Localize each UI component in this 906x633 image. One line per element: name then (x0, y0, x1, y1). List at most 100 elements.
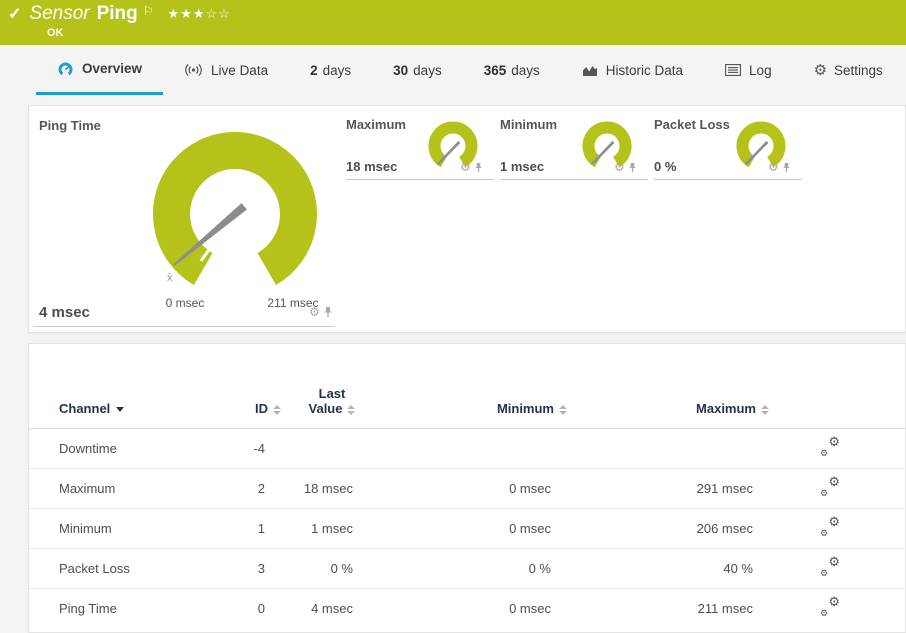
channel-id: 3 (239, 549, 291, 589)
table-row-minimum[interactable]: Minimum 1 1 msec 0 msec 206 msec ⚙⚙ (29, 509, 906, 549)
channel-maximum: 291 msec (577, 469, 779, 509)
live-broadcast-icon (184, 63, 203, 77)
column-header-maximum[interactable]: Maximum (577, 344, 779, 429)
channel-maximum (577, 429, 779, 469)
channel-settings-icon[interactable]: ⚙⚙ (820, 558, 840, 576)
channel-settings-icon[interactable]: ⚙⚙ (820, 478, 840, 496)
column-header-minimum[interactable]: Minimum (379, 344, 577, 429)
column-header-last-value[interactable]: LastValue (291, 344, 379, 429)
gear-icon[interactable]: ⚙ (614, 161, 625, 173)
sort-icon (273, 405, 281, 415)
channels-table: Channel ID LastValue Minimum Maximum Dow… (29, 344, 906, 628)
gauge-controls: ⚙ (768, 161, 791, 173)
channel-minimum: 0 msec (379, 469, 577, 509)
stars-empty: ☆☆ (206, 6, 231, 21)
divider (346, 179, 494, 180)
divider (654, 179, 802, 180)
tab-label: Live Data (211, 63, 268, 78)
tab-label: Log (749, 63, 772, 78)
mini-gauge-title: Maximum (346, 117, 406, 132)
table-row-downtime[interactable]: Downtime -4 ⚙⚙ (29, 429, 906, 469)
log-list-icon (725, 64, 741, 76)
channel-maximum: 211 msec (577, 589, 779, 629)
main-gauge-title: Ping Time (39, 118, 101, 133)
table-header-row: Channel ID LastValue Minimum Maximum (29, 344, 906, 429)
tab-30-days[interactable]: 30 days (372, 45, 463, 95)
channel-minimum: 0 msec (379, 509, 577, 549)
chevron-down-icon (116, 407, 124, 412)
divider (33, 326, 335, 327)
channel-last-value: 0 % (291, 549, 379, 589)
tab-label: days (413, 63, 442, 78)
channel-name[interactable]: Minimum (29, 509, 239, 549)
channel-id: 2 (239, 469, 291, 509)
tab-label: days (511, 63, 540, 78)
tab-number: 2 (310, 63, 318, 78)
column-header-id[interactable]: ID (239, 344, 291, 429)
mini-gauge-maximum: Maximum 18 msec ⚙ (346, 113, 494, 185)
stars-filled: ★★★ (168, 6, 206, 21)
channels-panel: Channel ID LastValue Minimum Maximum Dow… (28, 343, 906, 633)
pin-icon[interactable] (782, 162, 791, 173)
divider (500, 179, 648, 180)
sort-icon (761, 405, 769, 415)
channel-settings-icon[interactable]: ⚙⚙ (820, 598, 840, 616)
gauge-icon (57, 61, 74, 77)
channel-maximum: 40 % (577, 549, 779, 589)
channel-name[interactable]: Maximum (29, 469, 239, 509)
tab-historic-data[interactable]: Historic Data (561, 45, 704, 95)
ping-time-value: 4 msec (39, 304, 90, 321)
sensor-name: Ping (97, 3, 138, 25)
tab-number: 365 (484, 63, 507, 78)
channel-name[interactable]: Ping Time (29, 589, 239, 629)
mini-gauge-title: Minimum (500, 117, 557, 132)
gauge-controls: ⚙ (460, 161, 483, 173)
table-row-packet-loss[interactable]: Packet Loss 3 0 % 0 % 40 % ⚙⚙ (29, 549, 906, 589)
tab-overview[interactable]: Overview (36, 45, 163, 95)
gear-icon[interactable]: ⚙ (460, 161, 471, 173)
flag-icon[interactable]: ⚐ (143, 4, 154, 18)
gauge-controls: ⚙ (309, 306, 333, 318)
pin-icon[interactable] (628, 162, 637, 173)
tab-bar: Overview Live Data 2 days 30 days 365 da… (0, 45, 906, 95)
mini-gauge-title: Packet Loss (654, 117, 730, 132)
channel-minimum (379, 429, 577, 469)
tab-live-data[interactable]: Live Data (163, 45, 289, 95)
tab-365-days[interactable]: 365 days (463, 45, 561, 95)
sensor-title-row: ✓ Sensor Ping ⚐ ★★★☆☆ (8, 3, 231, 25)
channel-name[interactable]: Packet Loss (29, 549, 239, 589)
channel-minimum: 0 % (379, 549, 577, 589)
channel-last-value: 1 msec (291, 509, 379, 549)
channel-minimum: 0 msec (379, 589, 577, 629)
pin-icon[interactable] (474, 162, 483, 173)
channel-settings-icon[interactable]: ⚙⚙ (820, 438, 840, 456)
channel-id: 0 (239, 589, 291, 629)
prtg-sensor-page: ✓ Sensor Ping ⚐ ★★★☆☆ OK Overview Live D… (0, 0, 906, 597)
gear-icon[interactable]: ⚙ (309, 306, 320, 318)
channel-last-value: 4 msec (291, 589, 379, 629)
tab-label: Overview (82, 61, 142, 76)
tab-log[interactable]: Log (704, 45, 793, 95)
tab-label: Historic Data (606, 63, 683, 78)
channel-name[interactable]: Downtime (29, 429, 239, 469)
sensor-header: ✓ Sensor Ping ⚐ ★★★☆☆ OK (0, 0, 906, 45)
column-header-channel[interactable]: Channel (29, 344, 239, 429)
mini-gauge-value: 1 msec (500, 159, 544, 174)
table-row-maximum[interactable]: Maximum 2 18 msec 0 msec 291 msec ⚙⚙ (29, 469, 906, 509)
ping-time-gauge (135, 119, 335, 319)
channel-maximum: 206 msec (577, 509, 779, 549)
sort-icon (347, 405, 355, 415)
tab-settings[interactable]: ⚙ Settings (793, 45, 904, 95)
sensor-type-label: Sensor (29, 3, 89, 25)
pin-icon[interactable] (323, 306, 333, 318)
mini-gauge-value: 0 % (654, 159, 676, 174)
priority-stars[interactable]: ★★★☆☆ (168, 6, 231, 22)
mini-gauge-value: 18 msec (346, 159, 397, 174)
channel-id: -4 (239, 429, 291, 469)
gear-icon[interactable]: ⚙ (768, 161, 779, 173)
check-icon: ✓ (8, 4, 21, 24)
table-row-ping-time[interactable]: Ping Time 0 4 msec 0 msec 211 msec ⚙⚙ (29, 589, 906, 629)
tab-2-days[interactable]: 2 days (289, 45, 372, 95)
channel-settings-icon[interactable]: ⚙⚙ (820, 518, 840, 536)
average-marker: x̄ (167, 272, 173, 284)
